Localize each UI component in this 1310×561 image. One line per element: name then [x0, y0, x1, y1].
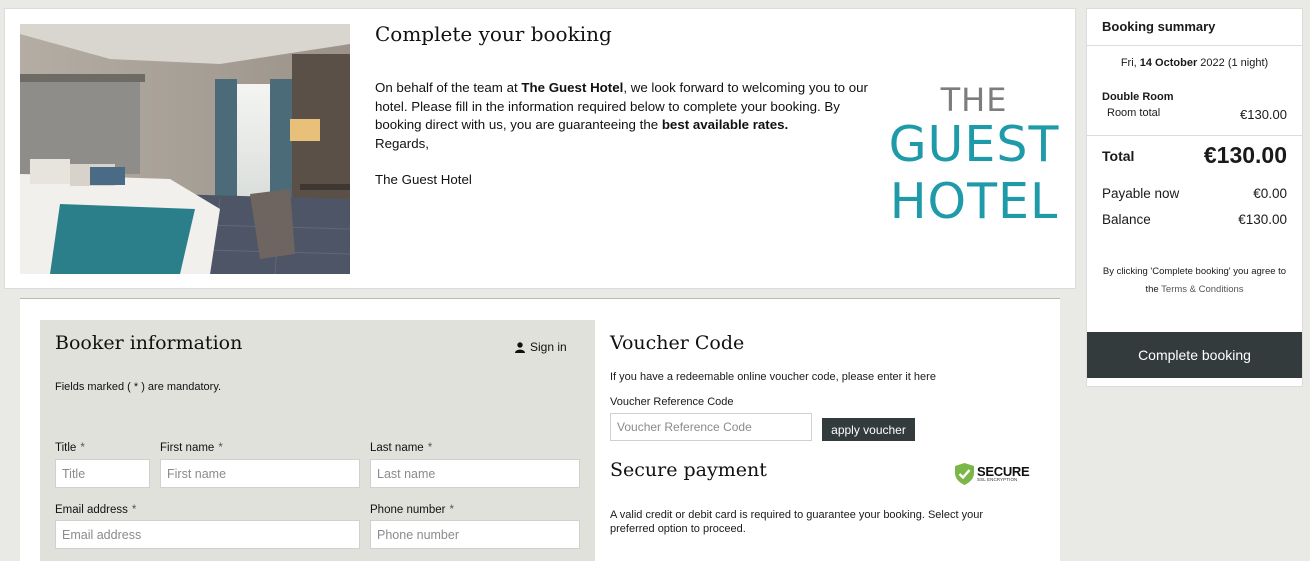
email-label: Email address * — [55, 504, 136, 516]
required-mark: * — [218, 442, 223, 454]
required-mark: * — [449, 504, 454, 516]
balance-row: Balance €130.00 — [1102, 212, 1287, 227]
hotel-name: The Guest Hotel — [521, 80, 624, 95]
last-name-label: Last name * — [370, 442, 432, 454]
phone-label-text: Phone number — [370, 504, 446, 516]
total-row: Total €130.00 — [1102, 142, 1287, 169]
payable-now-label: Payable now — [1102, 186, 1180, 201]
first-name-label-text: First name — [160, 442, 215, 454]
title-field[interactable] — [55, 459, 150, 488]
terms-conditions-link[interactable]: Terms & Conditions — [1161, 284, 1243, 295]
required-mark: * — [131, 504, 137, 516]
voucher-description: If you have a redeemable online voucher … — [610, 371, 936, 383]
stay-date: Fri, 14 October 2022 (1 night) — [1087, 57, 1302, 69]
booker-information-panel: Booker information Sign in Fields marked… — [40, 320, 595, 561]
logo-line-1: THE — [940, 81, 1008, 119]
required-mark: * — [80, 442, 85, 454]
logo-line-3: HOTEL — [889, 173, 1059, 230]
booking-summary-title: Booking summary — [1087, 9, 1302, 46]
voucher-code-title: Voucher Code — [610, 332, 745, 354]
apply-voucher-button[interactable]: apply voucher — [822, 418, 915, 441]
stay-date-suffix: 2022 (1 night) — [1197, 57, 1269, 69]
sign-in-label: Sign in — [530, 340, 567, 354]
first-name-label: First name * — [160, 442, 223, 454]
terms-notice: By clicking 'Complete booking' you agree… — [1097, 263, 1292, 299]
booker-information-title: Booker information — [55, 332, 243, 354]
balance-label: Balance — [1102, 212, 1151, 227]
title-label-text: Title — [55, 442, 77, 454]
booking-summary-panel: Booking summary Fri, 14 October 2022 (1 … — [1086, 8, 1303, 387]
complete-booking-button[interactable]: Complete booking — [1087, 332, 1302, 378]
mandatory-note: Fields marked ( * ) are mandatory. — [55, 381, 222, 393]
welcome-paragraph: On behalf of the team at The Guest Hotel… — [375, 79, 875, 153]
hotel-logo: THE GUEST HOTEL — [885, 84, 1063, 226]
phone-field[interactable] — [370, 520, 580, 549]
sign-in-link[interactable]: Sign in — [515, 340, 567, 354]
page-title: Complete your booking — [375, 22, 612, 46]
best-rates-text: best available rates. — [661, 117, 789, 132]
phone-label: Phone number * — [370, 504, 454, 516]
voucher-reference-label: Voucher Reference Code — [610, 396, 734, 408]
regards-text: Regards, — [375, 135, 429, 151]
first-name-field[interactable] — [160, 459, 360, 488]
shield-check-icon — [955, 463, 974, 485]
voucher-reference-input[interactable] — [610, 413, 812, 441]
stay-date-main: 14 October — [1139, 57, 1198, 69]
payable-now-row: Payable now €0.00 — [1102, 186, 1287, 201]
logo-line-2: GUEST — [888, 116, 1060, 173]
required-mark: * — [427, 442, 433, 454]
hotel-intro-card: Complete your booking On behalf of the t… — [4, 8, 1076, 289]
payable-now-value: €0.00 — [1253, 186, 1287, 201]
welcome-text: On behalf of the team at — [375, 80, 522, 95]
email-field[interactable] — [55, 520, 360, 549]
title-label: Title * — [55, 442, 85, 454]
welcome-message: Complete your booking On behalf of the t… — [375, 22, 875, 187]
total-value: €130.00 — [1203, 142, 1287, 168]
room-total-row: Room total €130.00 — [1102, 107, 1287, 122]
balance-value: €130.00 — [1238, 212, 1287, 227]
room-total-value: €130.00 — [1240, 107, 1287, 122]
room-name: Double Room — [1102, 91, 1174, 103]
ssl-secure-badge: SECURE SSL ENCRYPTION — [955, 463, 1030, 485]
signature: The Guest Hotel — [375, 172, 472, 187]
divider — [1087, 135, 1302, 136]
booking-form-area: Booker information Sign in Fields marked… — [20, 298, 1060, 561]
secure-badge-text: SECURE SSL ENCRYPTION — [977, 465, 1030, 483]
secure-payment-title: Secure payment — [610, 459, 767, 481]
last-name-label-text: Last name — [370, 442, 424, 454]
payment-description: A valid credit or debit card is required… — [610, 509, 983, 535]
room-total-label: Room total — [1107, 107, 1161, 119]
total-label: Total — [1102, 147, 1135, 164]
user-icon — [515, 341, 525, 353]
email-label-text: Email address — [55, 504, 128, 516]
stay-date-day: Fri, — [1120, 57, 1140, 69]
last-name-field[interactable] — [370, 459, 580, 488]
hotel-room-photo — [20, 24, 350, 274]
